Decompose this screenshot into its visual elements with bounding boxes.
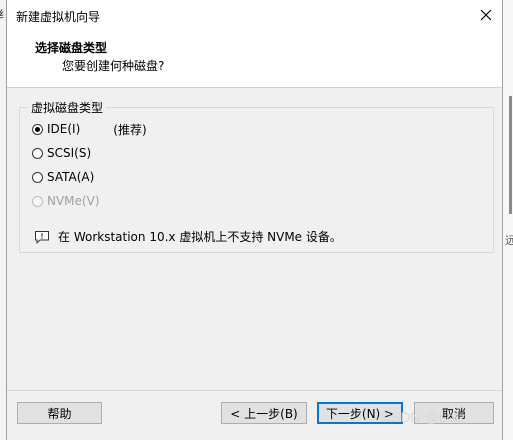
wizard-header: 选择磁盘类型 您要创建何种磁盘? — [7, 30, 502, 88]
radio-ide[interactable]: IDE(I) (推荐) — [32, 120, 147, 138]
group-legend: 虚拟磁盘类型 — [28, 99, 107, 116]
radio-button[interactable] — [32, 171, 43, 183]
info-message: 在 Workstation 10.x 虚拟机上不支持 NVMe 设备。 — [34, 228, 342, 245]
help-button[interactable]: 帮助 — [17, 402, 102, 424]
radio-label-ide: IDE(I) — [47, 122, 81, 136]
background-text-fragment: 远 — [505, 234, 513, 247]
title-bar: 新建虚拟机向导 — [7, 0, 502, 30]
close-button[interactable] — [474, 3, 498, 27]
radio-scsi[interactable]: SCSI(S) — [32, 144, 91, 162]
info-bubble-icon — [35, 230, 49, 244]
info-text: 在 Workstation 10.x 虚拟机上不支持 NVMe 设备。 — [58, 230, 342, 244]
back-button[interactable]: < 上一步(B) — [221, 402, 307, 424]
radio-label-nvme: NVMe(V) — [47, 194, 100, 208]
radio-button-checked[interactable] — [32, 123, 43, 135]
radio-button-disabled — [32, 195, 43, 207]
close-icon — [480, 9, 492, 21]
footer-separator — [7, 390, 502, 391]
background-scrollbar — [509, 96, 512, 214]
background-window-right: 远 — [503, 0, 513, 440]
radio-label-sata: SATA(A) — [47, 170, 95, 184]
disk-type-group: 虚拟磁盘类型 IDE(I) (推荐) SCSI(S) SATA(A) NVMe(… — [19, 99, 494, 253]
radio-button[interactable] — [32, 147, 43, 159]
recommended-note: (推荐) — [113, 122, 147, 137]
wizard-dialog: 新建虚拟机向导 选择磁盘类型 您要创建何种磁盘? 虚拟磁盘类型 IDE(I) (… — [6, 0, 503, 440]
page-subtitle: 您要创建何种磁盘? — [62, 59, 165, 73]
page-title: 选择磁盘类型 — [35, 41, 108, 55]
next-button[interactable]: 下一步(N) > — [317, 402, 403, 424]
cancel-button[interactable]: 取消 — [414, 402, 494, 424]
radio-label-scsi: SCSI(S) — [47, 146, 92, 160]
screen: 纟 远 新建虚拟机向导 选择磁盘类型 您要创建何种磁盘? 虚拟磁盘类型 IDE(… — [0, 0, 513, 440]
window-title: 新建虚拟机向导 — [16, 10, 101, 24]
radio-nvme: NVMe(V) — [32, 192, 100, 210]
radio-sata[interactable]: SATA(A) — [32, 168, 94, 186]
